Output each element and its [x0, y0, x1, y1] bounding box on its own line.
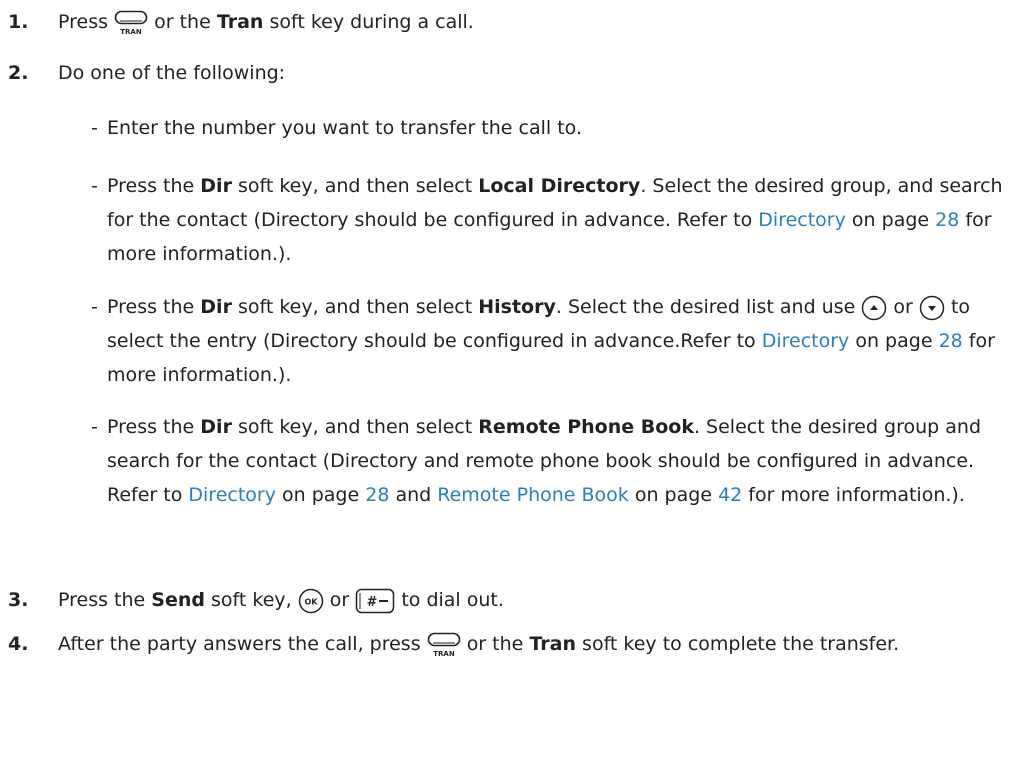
transfer-key-icon: TRAN [427, 632, 461, 658]
remote-phone-book-link[interactable]: Remote Phone Book [437, 484, 629, 506]
page-link[interactable]: 28 [935, 209, 959, 231]
step-number: 4. [8, 633, 29, 655]
directory-link[interactable]: Directory [758, 209, 846, 231]
page-link[interactable]: 28 [365, 484, 389, 506]
page-link[interactable]: 28 [939, 330, 963, 352]
bullet-dash: - [91, 175, 98, 197]
svg-text:TRAN: TRAN [120, 28, 142, 36]
page-link[interactable]: 42 [718, 484, 742, 506]
down-arrow-key-icon [919, 295, 945, 321]
bullet-dash: - [91, 296, 98, 318]
ok-key-icon: OK [298, 588, 324, 614]
step-number: 3. [8, 589, 29, 611]
bullet-dash: - [91, 117, 98, 139]
step-text: Do one of the following: [58, 62, 286, 84]
bullet-dash: - [91, 416, 98, 438]
option-text: Enter the number you want to transfer th… [107, 117, 582, 139]
option-text: Press the Dir soft key, and then select … [107, 416, 982, 506]
option-text: Press the Dir soft key, and then select … [107, 175, 1003, 265]
up-arrow-key-icon [861, 295, 887, 321]
directory-link[interactable]: Directory [762, 330, 850, 352]
step-text: Press the Send soft key, OK or # to dial… [58, 583, 1015, 617]
svg-text:OK: OK [304, 597, 318, 606]
pound-send-key-icon: # [355, 588, 395, 614]
step-text: Press TRAN or the Tran soft key during a… [58, 10, 474, 36]
step-number: 1. [8, 11, 29, 33]
option-text: Press the Dir soft key, and then select … [107, 295, 995, 386]
directory-link[interactable]: Directory [188, 484, 276, 506]
step-number: 2. [8, 62, 29, 84]
step-text: After the party answers the call, press … [58, 632, 900, 658]
svg-text:TRAN: TRAN [433, 650, 455, 658]
transfer-key-icon: TRAN [114, 10, 148, 36]
